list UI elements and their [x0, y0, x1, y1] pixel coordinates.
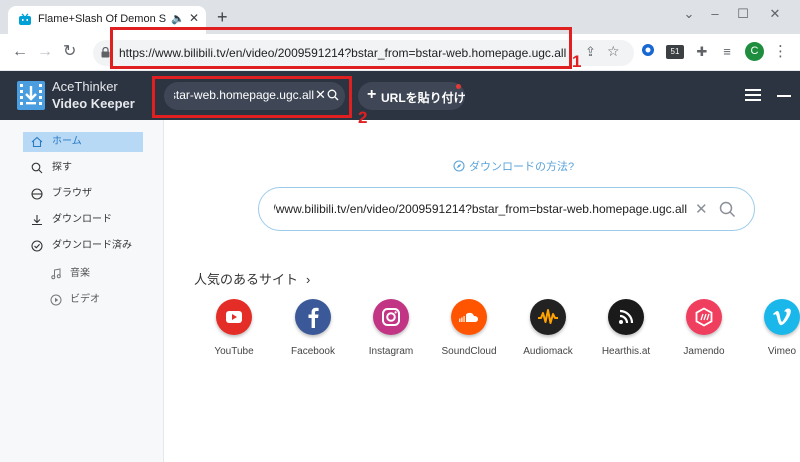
compass-icon [453, 160, 465, 172]
how-to-download-label: ダウンロードの方法? [469, 161, 575, 173]
site-instagram[interactable]: Instagram [351, 299, 431, 357]
browser-menu-icon[interactable]: ⋮ [773, 43, 788, 61]
window-close-button[interactable]: ✕ [760, 4, 790, 24]
ext-51-icon[interactable]: 51 [666, 45, 684, 59]
lock-icon [101, 47, 110, 58]
brand-product: Video Keeper [52, 96, 135, 111]
brand-name: AceThinker [52, 79, 118, 94]
extension-icon[interactable] [640, 43, 656, 61]
music-note-icon [51, 268, 61, 280]
sidebar-item-browser[interactable]: ブラウザ [23, 184, 143, 204]
tab-close-icon[interactable]: ✕ [189, 11, 199, 25]
annotation-number-1: 1 [572, 52, 582, 71]
sidebar-subitem-label: ビデオ [70, 294, 100, 305]
soundcloud-icon [451, 299, 487, 335]
sidebar-item-label: ホーム [52, 136, 82, 147]
speaker-icon[interactable]: 🔈 [171, 12, 185, 25]
notification-dot [456, 84, 461, 89]
site-hearthis[interactable]: Hearthis.at [586, 299, 666, 357]
hamburger-menu-icon[interactable] [745, 88, 761, 102]
site-facebook[interactable]: Facebook [273, 299, 353, 357]
site-vimeo[interactable]: Vimeo [742, 299, 800, 357]
sidebar-subitem-label: 音楽 [70, 268, 90, 279]
sidebar-item-home[interactable]: ホーム [23, 132, 143, 152]
sidebar-item-label: 探す [52, 162, 72, 173]
chevron-right-icon: › [306, 272, 311, 287]
forward-button[interactable]: → [37, 42, 53, 62]
puzzle-extensions-icon[interactable]: ✚ [694, 43, 710, 61]
tab-title: Flame+Slash Of Demon Slayer [38, 13, 166, 25]
site-youtube[interactable]: YouTube [194, 299, 274, 357]
back-button[interactable]: ← [12, 42, 28, 62]
paste-url-button[interactable]: + URLを貼り付け [358, 82, 466, 110]
sidebar-subitem-video[interactable]: ビデオ [50, 290, 140, 310]
audiomack-icon [530, 299, 566, 335]
site-label: Facebook [291, 346, 335, 357]
site-label: Audiomack [523, 346, 573, 357]
annotation-number-2: 2 [358, 108, 368, 127]
home-icon [31, 136, 43, 148]
bilibili-favicon-icon [19, 13, 31, 25]
site-label: SoundCloud [441, 346, 497, 357]
annotation-box-1 [110, 27, 572, 69]
sidebar-item-download[interactable]: ダウンロード [23, 210, 143, 230]
instagram-icon [373, 299, 409, 335]
facebook-icon [295, 299, 331, 335]
main-url-value[interactable]: https://www.bilibili.tv/en/video/2009591… [274, 202, 687, 216]
popular-sites-heading[interactable]: 人気のあるサイト › [194, 269, 310, 288]
youtube-icon [216, 299, 252, 335]
popular-sites-title: 人気のあるサイト [194, 272, 299, 287]
reload-button[interactable]: ↻ [63, 42, 76, 62]
app-logo-icon [17, 81, 45, 110]
sidebar-item-explore[interactable]: 探す [23, 158, 143, 178]
sidebar-subitem-music[interactable]: 音楽 [50, 264, 140, 284]
plus-icon: + [367, 86, 377, 103]
sidebar-item-downloaded[interactable]: ダウンロード済み [23, 236, 143, 256]
search-icon[interactable] [719, 201, 736, 218]
site-label: Hearthis.at [601, 346, 651, 357]
bookmark-star-icon[interactable]: ☆ [607, 43, 620, 60]
site-label: Jamendo [683, 346, 725, 357]
profile-avatar[interactable]: C [745, 42, 764, 61]
share-icon[interactable]: ⇪ [585, 44, 596, 60]
site-label: Vimeo [767, 346, 797, 357]
vimeo-icon [764, 299, 800, 335]
clear-icon[interactable]: ✕ [695, 200, 708, 218]
window-minimize-button[interactable]: – [700, 4, 730, 24]
paste-url-label: URLを貼り付け [381, 91, 466, 105]
site-audiomack[interactable]: Audiomack [508, 299, 588, 357]
how-to-download-link[interactable]: ダウンロードの方法? [453, 158, 574, 174]
new-tab-button[interactable]: + [217, 8, 228, 26]
download-icon [32, 215, 42, 226]
annotation-box-2 [152, 76, 352, 118]
window-maximize-button[interactable]: ☐ [728, 4, 758, 24]
sidebar-item-label: ダウンロード済み [52, 240, 132, 251]
site-jamendo[interactable]: Jamendo [664, 299, 744, 357]
main-url-input[interactable]: https://www.bilibili.tv/en/video/2009591… [258, 187, 755, 231]
app-minimize-button[interactable] [777, 95, 791, 97]
sidebar-item-label: ダウンロード [52, 214, 112, 225]
search-icon [31, 162, 43, 174]
site-label: YouTube [214, 346, 254, 357]
app-header: AceThinker Video Keeper https://www.bili… [0, 71, 800, 120]
site-soundcloud[interactable]: SoundCloud [429, 299, 509, 357]
site-label: Instagram [368, 346, 414, 357]
sidebar-item-label: ブラウザ [52, 188, 92, 199]
hearthis-icon [608, 299, 644, 335]
jamendo-icon [686, 299, 722, 335]
browser-icon [31, 188, 43, 200]
play-circle-icon [50, 294, 62, 306]
media-control-icon[interactable]: ≡ [719, 43, 735, 61]
check-circle-icon [31, 240, 43, 252]
